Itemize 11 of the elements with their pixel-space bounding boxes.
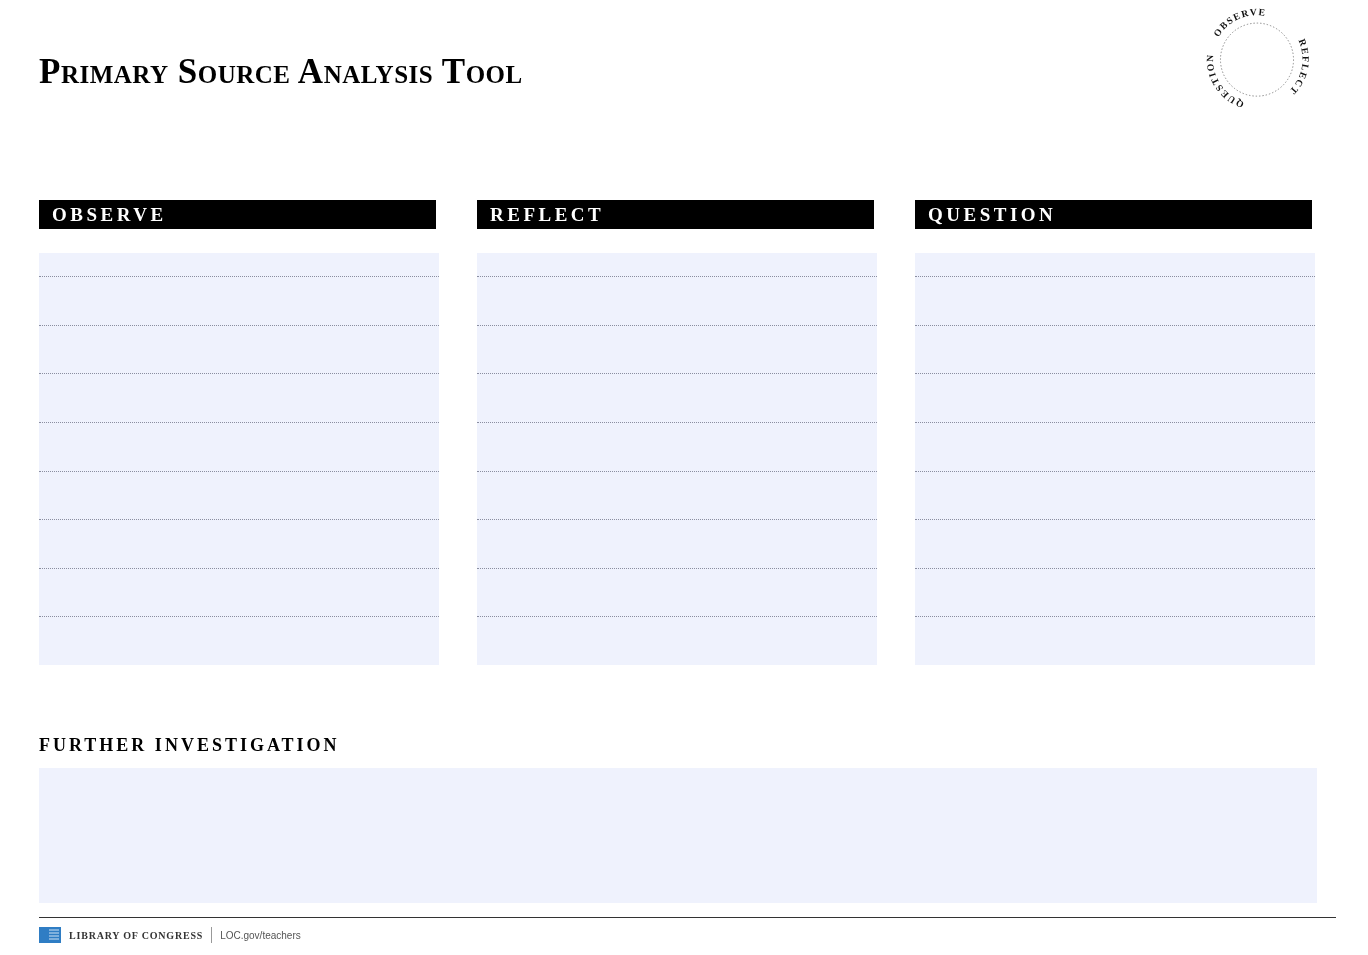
- page-title: Primary Source Analysis Tool: [39, 52, 523, 92]
- website-link[interactable]: LOC.gov/teachers: [220, 929, 301, 941]
- section-heading: REFLECT: [477, 200, 874, 229]
- section-heading: QUESTION: [915, 200, 1312, 229]
- book-icon: [39, 926, 61, 944]
- org-name: LIBRARY OF CONGRESS: [69, 929, 204, 941]
- notes-field[interactable]: [915, 253, 1315, 665]
- section-heading: FURTHER INVESTIGATION: [39, 735, 341, 756]
- section-heading: OBSERVE: [39, 200, 436, 229]
- notes-field[interactable]: [477, 253, 877, 665]
- notes-field[interactable]: [39, 253, 439, 665]
